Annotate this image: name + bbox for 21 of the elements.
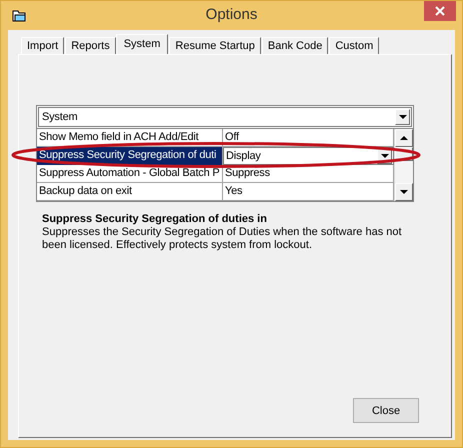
window-title: Options [206,6,258,23]
setting-name[interactable]: Backup data on exit [37,183,223,200]
description-text: Suppresses the Security Segregation of Duties when the software has not been licensed. Effectively protects system from lockout. [42,226,403,252]
setting-name[interactable]: Suppress Security Segregation of duti [37,147,223,165]
close-icon[interactable] [424,1,456,21]
tab[interactable]: Custom [329,37,380,54]
scroll-down-icon[interactable] [400,190,408,194]
window-icon [12,10,26,22]
scroll-up-icon[interactable] [400,136,408,140]
tab[interactable]: Bank Code [262,37,328,54]
scrollbar[interactable] [394,129,413,201]
value-dropdown[interactable]: Display [223,147,394,165]
setting-name[interactable]: Suppress Automation - Global Batch P [37,165,223,182]
category-dropdown[interactable]: System [38,107,412,127]
setting-name[interactable]: Show Memo field in ACH Add/Edit [37,129,223,146]
tab[interactable]: Resume Startup [169,37,261,54]
description-title: Suppress Security Segregation of duties in [42,213,268,225]
tab[interactable]: Import [21,37,64,54]
tab[interactable]: Reports [65,37,116,54]
close-button[interactable]: Close [353,398,419,423]
tab[interactable]: System [116,34,168,55]
